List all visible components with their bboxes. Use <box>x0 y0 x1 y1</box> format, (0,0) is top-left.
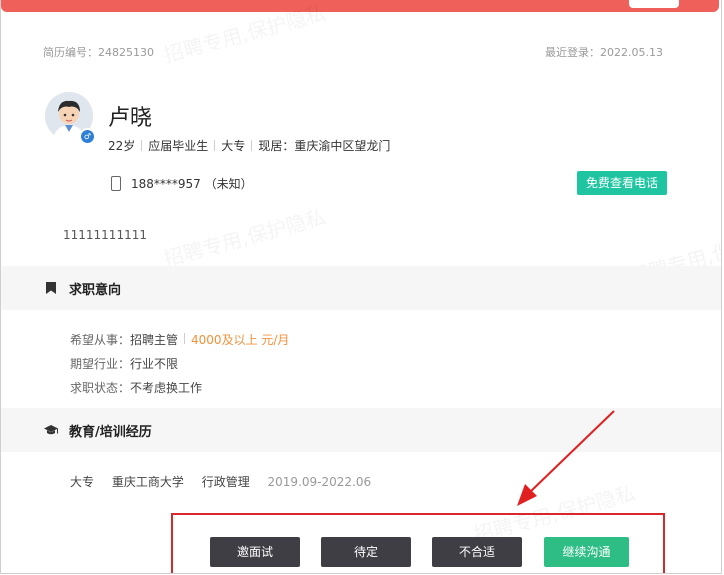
education-entry: 大专 重庆工商大学 行政管理 2019.09-2022.06 <box>70 473 385 490</box>
profile-summary: 22岁 应届毕业生 大专 现居：重庆渝中区望龙门 <box>108 137 390 154</box>
candidate-note: 11111111111 <box>63 228 147 242</box>
expected-industry: 行业不限 <box>130 357 179 371</box>
field-label: 求职状态： <box>70 381 131 395</box>
view-phone-button[interactable]: 免费查看电话 <box>577 171 667 195</box>
divider <box>184 333 186 344</box>
divider <box>214 140 216 151</box>
top-bar-button[interactable] <box>629 0 679 8</box>
resume-panel: 招聘专用,保护隐私 招聘专用,保护隐私 招聘专用,保护隐私 招聘专用,保护隐私 … <box>0 0 722 574</box>
education-level: 大专 <box>221 139 246 153</box>
industry-row: 期望行业：行业不限 <box>70 355 178 372</box>
age: 22岁 <box>108 139 136 153</box>
job-status-row: 求职状态：不考虑换工作 <box>70 379 202 396</box>
top-bar <box>1 0 719 12</box>
last-login: 最近登录：2022.05.13 <box>545 46 663 59</box>
current-location: 现居：重庆渝中区望龙门 <box>258 139 391 153</box>
field-label: 期望行业： <box>70 357 131 371</box>
phone-row: 188****957 （未知） <box>111 175 253 192</box>
expected-salary: 4000及以上 元/月 <box>191 333 290 347</box>
desired-position: 招聘主管 <box>130 333 179 347</box>
phone-number: 188****957 （未知） <box>131 177 253 191</box>
divider <box>251 140 253 151</box>
field-label: 希望从事： <box>70 333 131 347</box>
job-intention-header: 求职意向 <box>1 266 721 310</box>
male-icon: ♂ <box>79 128 96 145</box>
watermark: 招聘专用,保护隐私 <box>160 201 328 272</box>
section-title: 教育/培训经历 <box>69 424 152 440</box>
study-period: 2019.09-2022.06 <box>267 475 372 489</box>
phone-icon <box>111 176 121 191</box>
degree: 大专 <box>70 475 95 489</box>
desired-position-row: 希望从事：招聘主管 4000及以上 元/月 <box>70 331 289 348</box>
divider <box>141 140 143 151</box>
unsuitable-button[interactable]: 不合适 <box>432 537 522 567</box>
section-title: 求职意向 <box>69 282 122 298</box>
graduation-cap-icon <box>43 422 59 438</box>
graduate-status: 应届毕业生 <box>148 139 209 153</box>
continue-chat-button[interactable]: 继续沟通 <box>544 537 629 567</box>
job-status: 不考虑换工作 <box>130 381 203 395</box>
invite-interview-button[interactable]: 邀面试 <box>210 537 300 567</box>
bookmark-icon <box>43 280 59 296</box>
school: 重庆工商大学 <box>111 475 184 489</box>
candidate-name: 卢晓 <box>108 106 153 131</box>
pending-button[interactable]: 待定 <box>321 537 411 567</box>
resume-id: 简历编号：24825130 <box>43 46 154 59</box>
red-arrow-icon <box>517 410 615 506</box>
major: 行政管理 <box>201 475 250 489</box>
